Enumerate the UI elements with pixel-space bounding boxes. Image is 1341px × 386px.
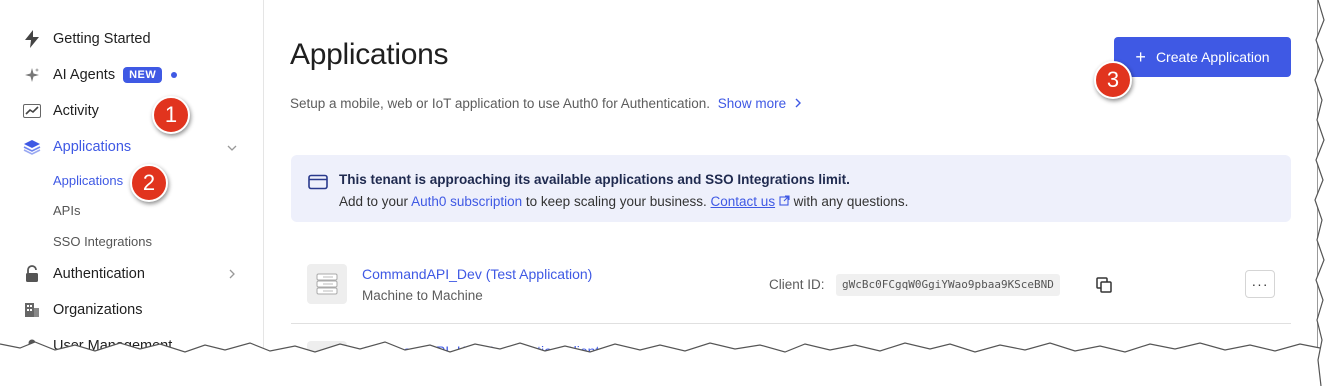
bolt-icon — [22, 29, 42, 49]
show-more-link[interactable]: Show more — [718, 96, 802, 111]
sidebar-item-getting-started[interactable]: Getting Started — [22, 27, 151, 51]
app-name-link[interactable]: CommandAPI_Dev (Test Application) — [362, 266, 592, 282]
credit-card-icon — [308, 174, 328, 190]
new-badge: NEW — [123, 67, 163, 83]
sidebar-item-organizations[interactable]: Organizations — [22, 298, 142, 322]
lock-icon — [22, 264, 42, 284]
client-id-value: gWcBc0FCgqW0GgiYWao9pbaa9KSceBND — [836, 274, 1060, 296]
sidebar-item-label: Activity — [53, 103, 99, 119]
sidebar-item-label: Authentication — [53, 266, 145, 282]
subtitle-text: Setup a mobile, web or IoT application t… — [290, 96, 711, 111]
sub-item-applications[interactable]: Applications — [53, 173, 123, 188]
app-type: Machine to Machine — [362, 288, 483, 303]
limit-banner: This tenant is approaching its available… — [291, 155, 1291, 222]
banner-text: Add to your Auth0 subscription to keep s… — [339, 194, 909, 209]
banner-title: This tenant is approaching its available… — [339, 172, 850, 187]
subscription-link[interactable]: Auth0 subscription — [411, 194, 522, 209]
table-row: CommandAPI_Dev (Test Application) Machin… — [291, 248, 1291, 324]
step-marker-1: 1 — [152, 96, 190, 134]
notification-dot — [171, 72, 178, 78]
sparkle-icon — [22, 65, 42, 85]
chevron-down-icon[interactable] — [226, 142, 238, 154]
torn-edge-bottom — [0, 341, 1341, 386]
sidebar-item-authentication[interactable]: Authentication — [22, 262, 145, 286]
sidebar-item-label: AI Agents — [53, 67, 116, 83]
more-options-button[interactable]: ··· — [1245, 270, 1275, 298]
activity-icon — [22, 101, 42, 121]
plus-icon: + — [1135, 46, 1146, 67]
contact-us-link[interactable]: Contact us — [711, 194, 776, 209]
main-content: Applications Setup a mobile, web or IoT … — [264, 0, 1317, 372]
sidebar-item-label: Applications — [53, 139, 132, 155]
page-title: Applications — [290, 38, 449, 71]
sub-item-sso-integrations[interactable]: SSO Integrations — [53, 234, 152, 249]
sidebar-item-applications[interactable]: Applications — [22, 135, 131, 159]
step-marker-3: 3 — [1094, 61, 1132, 99]
server-icon — [307, 264, 347, 304]
client-id-label: Client ID: — [769, 277, 825, 292]
step-marker-2: 2 — [130, 164, 168, 202]
sidebar-item-label: Organizations — [53, 302, 143, 318]
external-link-icon — [779, 195, 790, 206]
app-window: Getting Started AI Agents NEW Activity A… — [0, 0, 1318, 372]
page-subtitle: Setup a mobile, web or IoT application t… — [290, 96, 802, 111]
torn-edge-right — [1314, 0, 1341, 386]
layers-icon — [22, 137, 42, 157]
sub-item-apis[interactable]: APIs — [53, 203, 80, 218]
create-application-button[interactable]: + Create Application — [1114, 37, 1291, 77]
sidebar-item-label: Getting Started — [53, 31, 151, 47]
sidebar-item-ai-agents[interactable]: AI Agents NEW — [22, 63, 178, 87]
building-icon — [22, 300, 42, 320]
copy-icon[interactable] — [1096, 277, 1112, 293]
sidebar-item-activity[interactable]: Activity — [22, 99, 99, 123]
chevron-right-icon[interactable] — [226, 268, 238, 280]
